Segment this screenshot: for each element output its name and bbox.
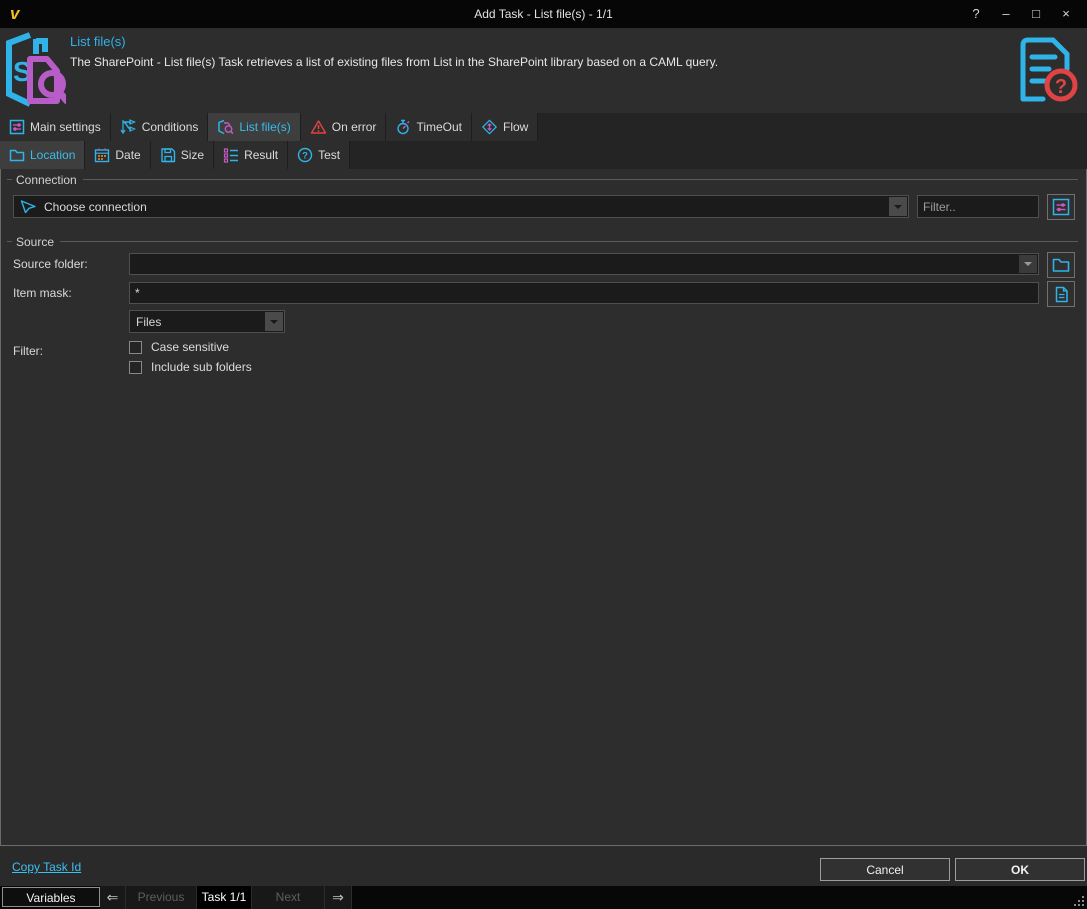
- group-divider: [60, 241, 1078, 242]
- item-mask-label: Item mask:: [13, 286, 72, 300]
- sub-tab-bar: Location Date Size Result ? Test: [0, 141, 1087, 169]
- connection-cursor-icon: [20, 199, 37, 214]
- question-circle-icon: ?: [297, 147, 313, 163]
- source-group-header: Source: [7, 234, 1078, 249]
- tab-label: Conditions: [141, 120, 199, 134]
- tab-on-error[interactable]: On error: [300, 113, 387, 141]
- group-divider: [82, 179, 1078, 180]
- include-sub-folders-label: Include sub folders: [151, 360, 252, 374]
- settings-sliders-icon: [9, 119, 25, 135]
- folder-icon: [1052, 257, 1070, 273]
- tab-main-settings[interactable]: Main settings: [0, 113, 111, 141]
- bottom-bar: Variables ⇐ Previous Task 1/1 Next ⇒: [0, 886, 1087, 909]
- tab-size[interactable]: Size: [150, 141, 215, 169]
- result-list-icon: [223, 147, 239, 163]
- tab-date[interactable]: Date: [85, 141, 151, 169]
- task-description: The SharePoint - List file(s) Task retri…: [70, 55, 719, 69]
- tab-label: TimeOut: [416, 120, 462, 134]
- variables-button[interactable]: Variables: [2, 887, 100, 907]
- include-sub-folders-checkbox[interactable]: [129, 360, 142, 374]
- resize-grip[interactable]: [1082, 904, 1084, 906]
- maximize-button[interactable]: □: [1021, 0, 1051, 28]
- source-folder-combobox[interactable]: [129, 253, 1039, 275]
- tab-label: Flow: [503, 120, 529, 134]
- tab-label: Size: [180, 148, 205, 162]
- titlebar: v Add Task - List file(s) - 1/1 ? – □ ×: [0, 0, 1087, 28]
- copy-task-id-link[interactable]: Copy Task Id: [12, 860, 81, 874]
- window-controls: ? – □ ×: [961, 0, 1081, 28]
- tab-label: Result: [244, 148, 279, 162]
- connection-filter-input[interactable]: [917, 195, 1039, 218]
- source-group-label: Source: [16, 234, 55, 249]
- item-mask-input[interactable]: [129, 282, 1039, 304]
- tab-location[interactable]: Location: [0, 141, 86, 169]
- tab-test[interactable]: ? Test: [288, 141, 351, 169]
- sharepoint-task-icon: S: [2, 30, 71, 115]
- tab-label: Location: [30, 148, 76, 162]
- case-sensitive-label: Case sensitive: [151, 340, 230, 354]
- tab-label: On error: [331, 120, 377, 134]
- connection-group-header: Connection: [7, 172, 1078, 187]
- ok-button[interactable]: OK: [955, 858, 1085, 881]
- cancel-button[interactable]: Cancel: [820, 858, 950, 881]
- connection-dropdown-value: Choose connection: [44, 199, 147, 214]
- task-title: List file(s): [70, 34, 126, 49]
- source-folder-label: Source folder:: [13, 257, 88, 271]
- chevron-down-icon[interactable]: [1019, 255, 1037, 273]
- tab-label: Test: [318, 148, 341, 162]
- close-button[interactable]: ×: [1051, 0, 1081, 28]
- calendar-icon: [94, 147, 110, 163]
- flow-diamond-icon: [481, 119, 498, 135]
- tab-conditions[interactable]: Conditions: [110, 113, 209, 141]
- previous-arrow-icon[interactable]: ⇐: [100, 886, 126, 909]
- tab-timeout[interactable]: TimeOut: [386, 113, 472, 141]
- connection-settings-button[interactable]: [1047, 194, 1075, 220]
- tab-label: Main settings: [30, 120, 101, 134]
- content-panel: Connection Choose connection Source S: [0, 169, 1087, 846]
- error-triangle-icon: [310, 119, 327, 135]
- edit-mask-button[interactable]: [1047, 281, 1075, 307]
- next-task-button[interactable]: Next: [252, 886, 325, 909]
- floppy-disk-icon: [160, 147, 176, 163]
- dialog-footer: Copy Task Id Cancel OK: [0, 847, 1087, 886]
- window-title: Add Task - List file(s) - 1/1: [474, 7, 613, 21]
- next-arrow-icon[interactable]: ⇒: [325, 886, 352, 909]
- tab-label: Date: [115, 148, 141, 162]
- document-icon: [1054, 286, 1069, 303]
- main-tab-bar: Main settings Conditions List file(s) On…: [0, 113, 1087, 141]
- browse-folder-button[interactable]: [1047, 252, 1075, 278]
- case-sensitive-row: Case sensitive: [129, 340, 229, 354]
- filter-label: Filter:: [13, 344, 43, 358]
- visualcron-logo-icon: v: [10, 4, 20, 23]
- minimize-button[interactable]: –: [991, 0, 1021, 28]
- connection-group-label: Connection: [16, 172, 77, 187]
- case-sensitive-checkbox[interactable]: [129, 340, 142, 354]
- tab-flow[interactable]: Flow: [472, 113, 539, 141]
- document-help-icon: ?: [1017, 35, 1079, 110]
- stopwatch-icon: [395, 119, 411, 135]
- chevron-down-icon[interactable]: [265, 312, 283, 331]
- item-type-dropdown[interactable]: Files: [129, 310, 285, 333]
- sharepoint-list-icon: [217, 119, 234, 135]
- folder-icon: [9, 147, 25, 163]
- chevron-down-icon[interactable]: [889, 197, 907, 216]
- tab-result[interactable]: Result: [214, 141, 289, 169]
- task-header: S List file(s) The SharePoint - List fil…: [0, 28, 1087, 113]
- help-button[interactable]: ?: [961, 0, 991, 28]
- task-counter: Task 1/1: [197, 886, 252, 909]
- include-sub-folders-row: Include sub folders: [129, 360, 252, 374]
- svg-text:?: ?: [1055, 76, 1067, 98]
- connection-settings-icon: [1052, 198, 1070, 216]
- tab-list-files[interactable]: List file(s): [208, 113, 301, 141]
- conditions-branch-icon: [120, 119, 137, 135]
- previous-task-button[interactable]: Previous: [126, 886, 197, 909]
- item-type-value: Files: [136, 314, 162, 329]
- svg-text:?: ?: [302, 150, 308, 161]
- connection-dropdown[interactable]: Choose connection: [13, 195, 909, 218]
- tab-label: List file(s): [239, 120, 291, 134]
